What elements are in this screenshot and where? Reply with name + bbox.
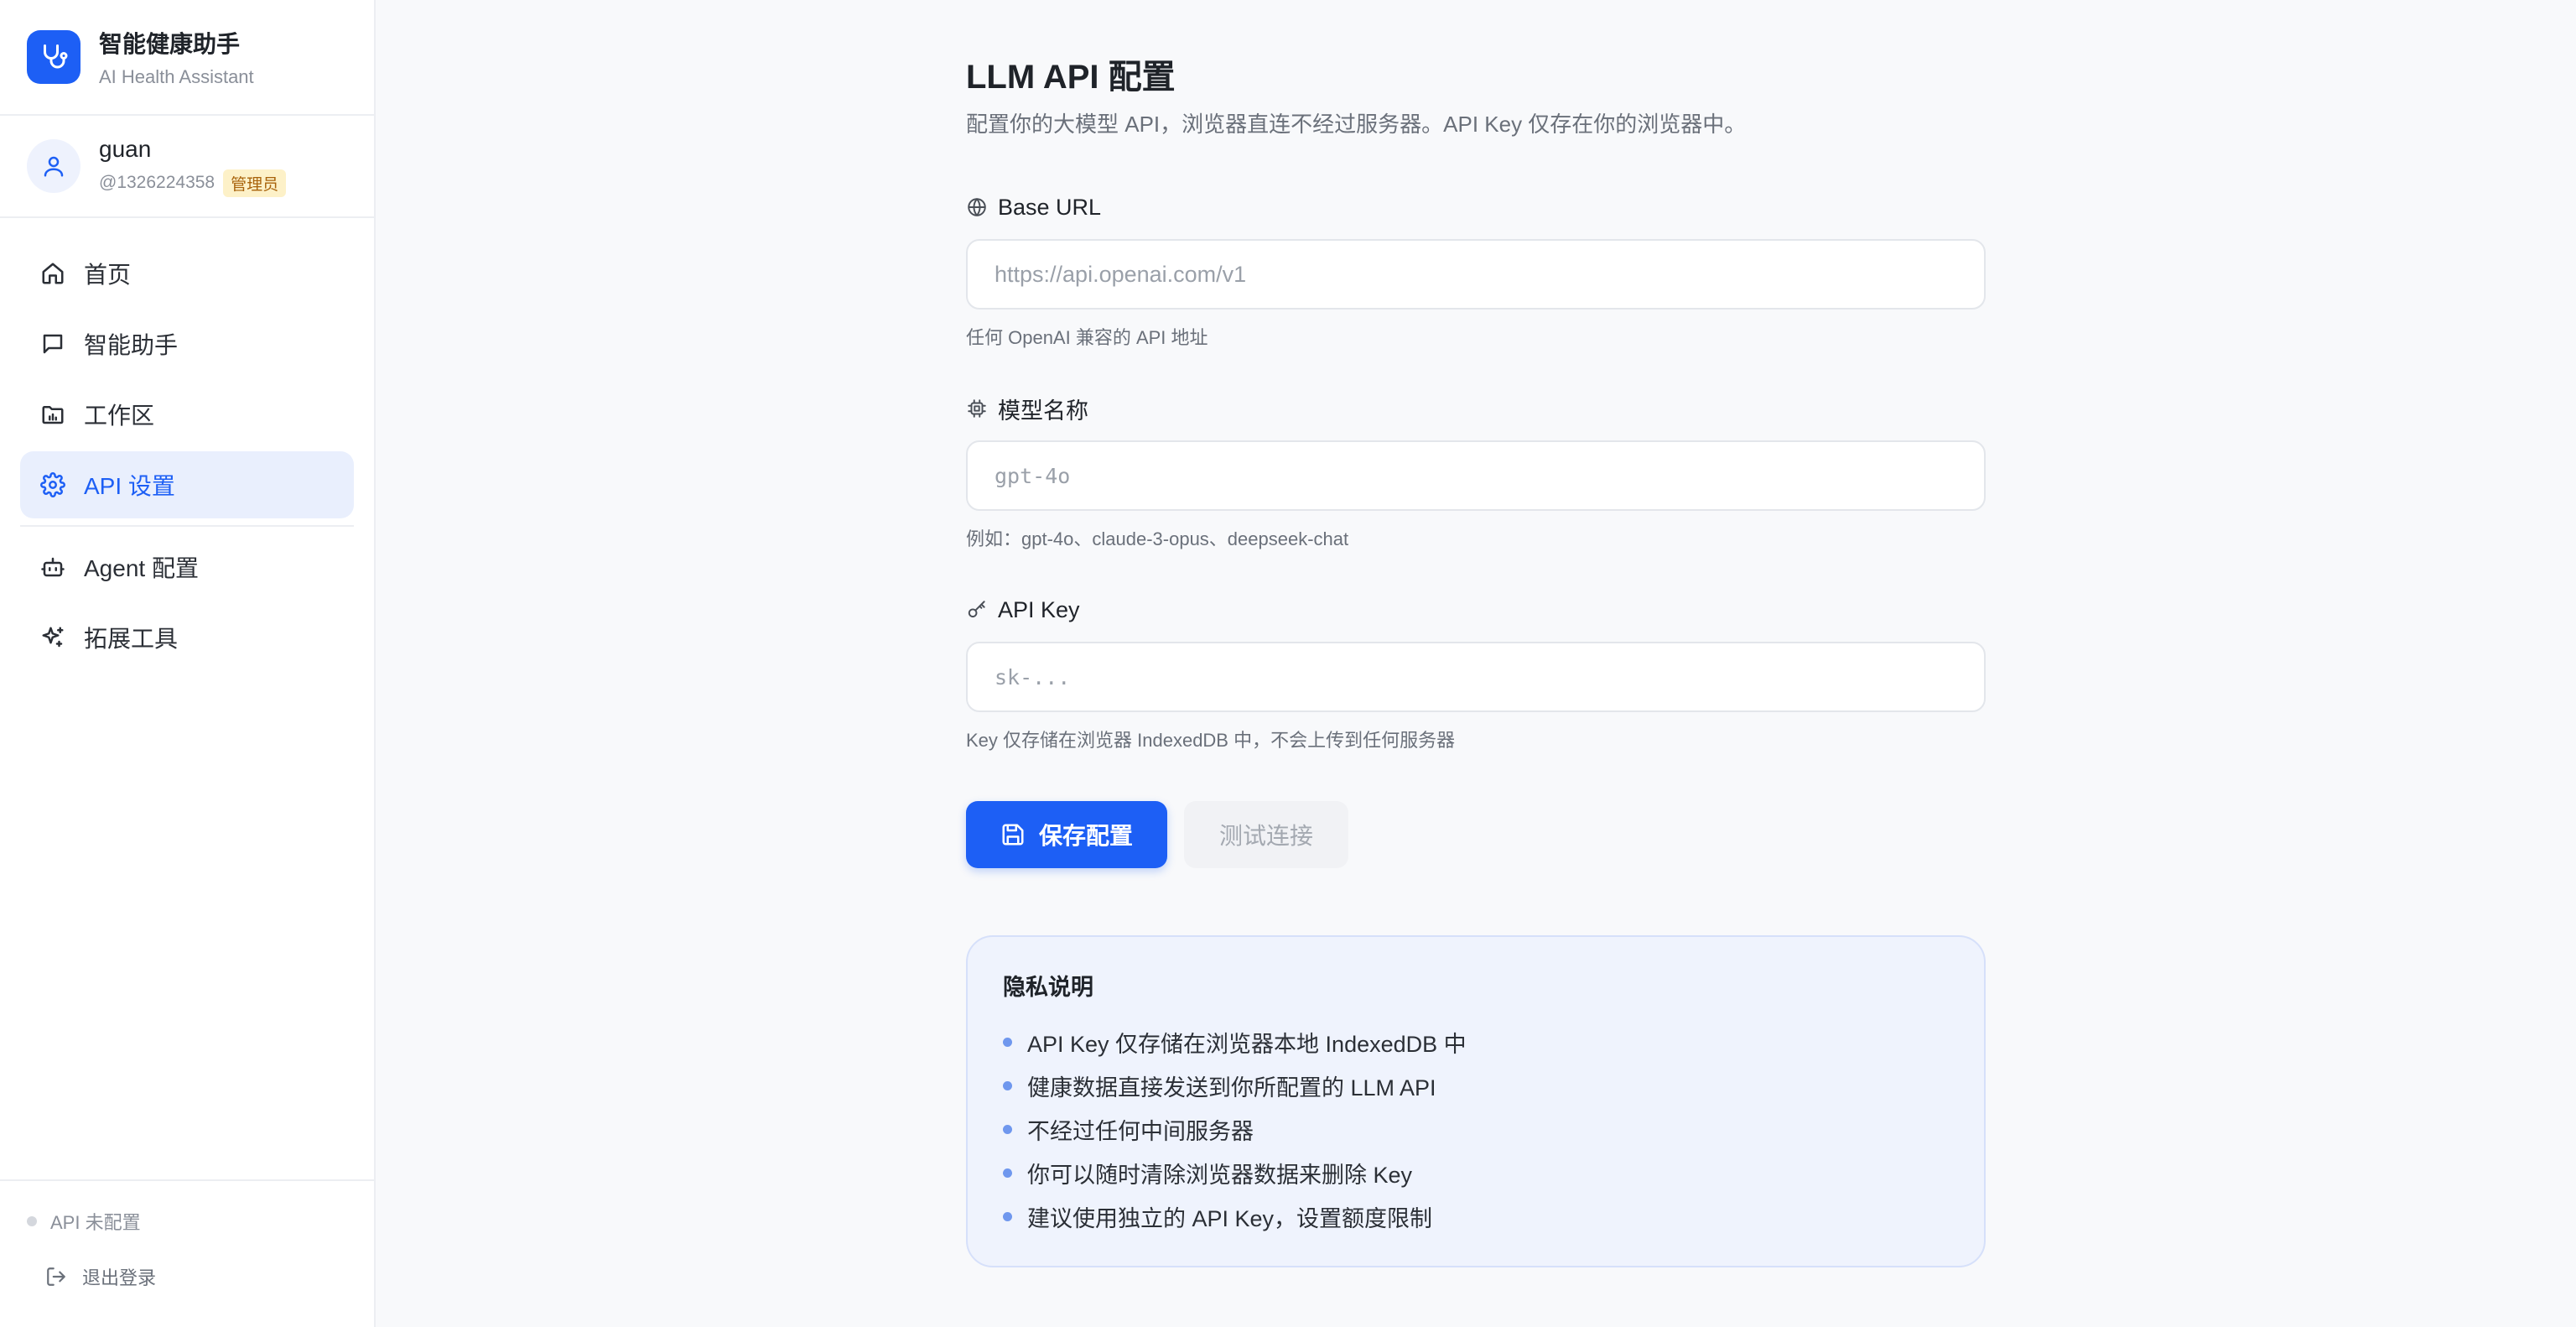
sidebar-item-home[interactable]: 首页: [20, 240, 354, 307]
user-info: guan @1326224358 管理员: [99, 135, 287, 197]
sidebar-nav: 首页 智能助手 工作区 API 设置 Agent 配置 拓展工具: [0, 218, 374, 674]
api-status: API 未配置: [27, 1205, 347, 1238]
test-connection-button[interactable]: 测试连接: [1184, 801, 1348, 868]
nav-divider: [20, 525, 354, 527]
base-url-hint: 任何 OpenAI 兼容的 API 地址: [966, 327, 1208, 348]
model-label-text: 模型名称: [998, 398, 1088, 424]
chat-icon: [43, 334, 63, 354]
role-badge: 管理员: [223, 169, 287, 197]
sidebar-item-label: 首页: [84, 262, 132, 288]
sidebar-item-api-settings[interactable]: API 设置: [20, 451, 354, 518]
privacy-item-text: 建议使用独立的 API Key，设置额度限制: [1027, 1205, 1433, 1231]
page-description: 配置你的大模型 API，浏览器直连不经过服务器。API Key 仅存在你的浏览器…: [966, 112, 1747, 137]
user-profile: guan @1326224358 管理员: [0, 116, 374, 218]
logout-button[interactable]: 退出登录: [27, 1260, 347, 1293]
brand-header: 智能健康助手 AI Health Assistant: [0, 0, 374, 116]
bullet-icon: [1003, 1124, 1012, 1134]
privacy-title: 隐私说明: [1003, 975, 1093, 1000]
folder-chart-icon: [42, 406, 64, 424]
logout-label: 退出登录: [82, 1267, 157, 1288]
brand-text: 智能健康助手 AI Health Assistant: [99, 26, 254, 88]
sidebar-item-label: API 设置: [84, 473, 175, 499]
bullet-icon: [1003, 1037, 1012, 1047]
model-label: 模型名称: [966, 392, 1986, 425]
brand-subtitle: AI Health Assistant: [99, 66, 254, 87]
sidebar-item-assistant[interactable]: 智能助手: [20, 310, 354, 377]
list-item: 建议使用独立的 API Key，设置额度限制: [1003, 1194, 1949, 1238]
globe-icon: [968, 198, 986, 216]
sidebar-item-agent-config[interactable]: Agent 配置: [20, 533, 354, 601]
bot-icon: [41, 557, 65, 577]
home-icon: [42, 263, 64, 284]
brand-title: 智能健康助手: [99, 31, 241, 57]
bullet-icon: [1003, 1168, 1012, 1178]
sidebar-item-label: 拓展工具: [84, 626, 179, 652]
logout-icon: [47, 1267, 65, 1286]
api-key-hint: Key 仅存储在浏览器 IndexedDB 中，不会上传到任何服务器: [966, 730, 1456, 751]
model-field-group: 模型名称 例如：gpt-4o、claude-3-opus、deepseek-ch…: [966, 392, 1986, 551]
sidebar-item-label: 工作区: [84, 403, 155, 429]
api-key-input[interactable]: [966, 642, 1986, 712]
main-content: LLM API 配置 配置你的大模型 API，浏览器直连不经过服务器。API K…: [376, 0, 2576, 1327]
privacy-notice: 隐私说明 API Key 仅存储在浏览器本地 IndexedDB 中 健康数据直…: [966, 935, 1986, 1267]
list-item: 健康数据直接发送到你所配置的 LLM API: [1003, 1064, 1949, 1107]
status-dot-icon: [27, 1216, 37, 1226]
action-buttons: 保存配置 测试连接: [966, 801, 1986, 868]
privacy-item-text: 不经过任何中间服务器: [1027, 1118, 1254, 1144]
bullet-icon: [1003, 1080, 1012, 1090]
base-url-label-text: Base URL: [998, 194, 1102, 220]
privacy-item-text: 健康数据直接发送到你所配置的 LLM API: [1027, 1075, 1436, 1101]
cpu-icon: [968, 399, 986, 418]
base-url-label: Base URL: [966, 190, 1986, 224]
privacy-item-text: 你可以随时清除浏览器数据来删除 Key: [1027, 1162, 1413, 1188]
base-url-input[interactable]: [966, 239, 1986, 310]
user-avatar-icon: [27, 139, 80, 193]
api-key-label-text: API Key: [998, 596, 1080, 622]
gear-icon: [40, 472, 65, 497]
sidebar-footer: API 未配置 退出登录: [0, 1179, 374, 1327]
api-key-label: API Key: [966, 593, 1986, 627]
sidebar-item-extension-tools[interactable]: 拓展工具: [20, 604, 354, 671]
user-meta: @1326224358 管理员: [99, 169, 287, 197]
sidebar-item-label: Agent 配置: [84, 555, 199, 581]
user-name: guan: [99, 135, 152, 162]
save-icon: [1002, 824, 1024, 846]
stethoscope-icon: [27, 30, 80, 84]
list-item: 你可以随时清除浏览器数据来删除 Key: [1003, 1151, 1949, 1194]
sidebar-item-workspace[interactable]: 工作区: [20, 381, 354, 448]
model-input[interactable]: [966, 440, 1986, 511]
sidebar-item-label: 智能助手: [84, 332, 179, 358]
api-key-field-group: API Key Key 仅存储在浏览器 IndexedDB 中，不会上传到任何服…: [966, 593, 1986, 752]
api-config-panel: LLM API 配置 配置你的大模型 API，浏览器直连不经过服务器。API K…: [966, 55, 1986, 1267]
bullet-icon: [1003, 1211, 1012, 1221]
api-status-text: API 未配置: [50, 1212, 141, 1233]
list-item: API Key 仅存储在浏览器本地 IndexedDB 中: [1003, 1020, 1949, 1064]
privacy-item-text: API Key 仅存储在浏览器本地 IndexedDB 中: [1027, 1031, 1467, 1057]
save-config-label: 保存配置: [1038, 823, 1133, 849]
page-title: LLM API 配置: [966, 59, 1176, 96]
model-hint: 例如：gpt-4o、claude-3-opus、deepseek-chat: [966, 528, 1349, 549]
privacy-list: API Key 仅存储在浏览器本地 IndexedDB 中 健康数据直接发送到你…: [1003, 1020, 1949, 1238]
list-item: 不经过任何中间服务器: [1003, 1107, 1949, 1151]
user-handle: @1326224358: [99, 173, 216, 192]
base-url-field-group: Base URL 任何 OpenAI 兼容的 API 地址: [966, 190, 1986, 350]
save-config-button[interactable]: 保存配置: [966, 801, 1167, 868]
sidebar: 智能健康助手 AI Health Assistant guan @1326224…: [0, 0, 376, 1327]
app-root: 智能健康助手 AI Health Assistant guan @1326224…: [0, 0, 2576, 1327]
sparkles-icon: [42, 627, 64, 648]
key-icon: [968, 601, 985, 618]
